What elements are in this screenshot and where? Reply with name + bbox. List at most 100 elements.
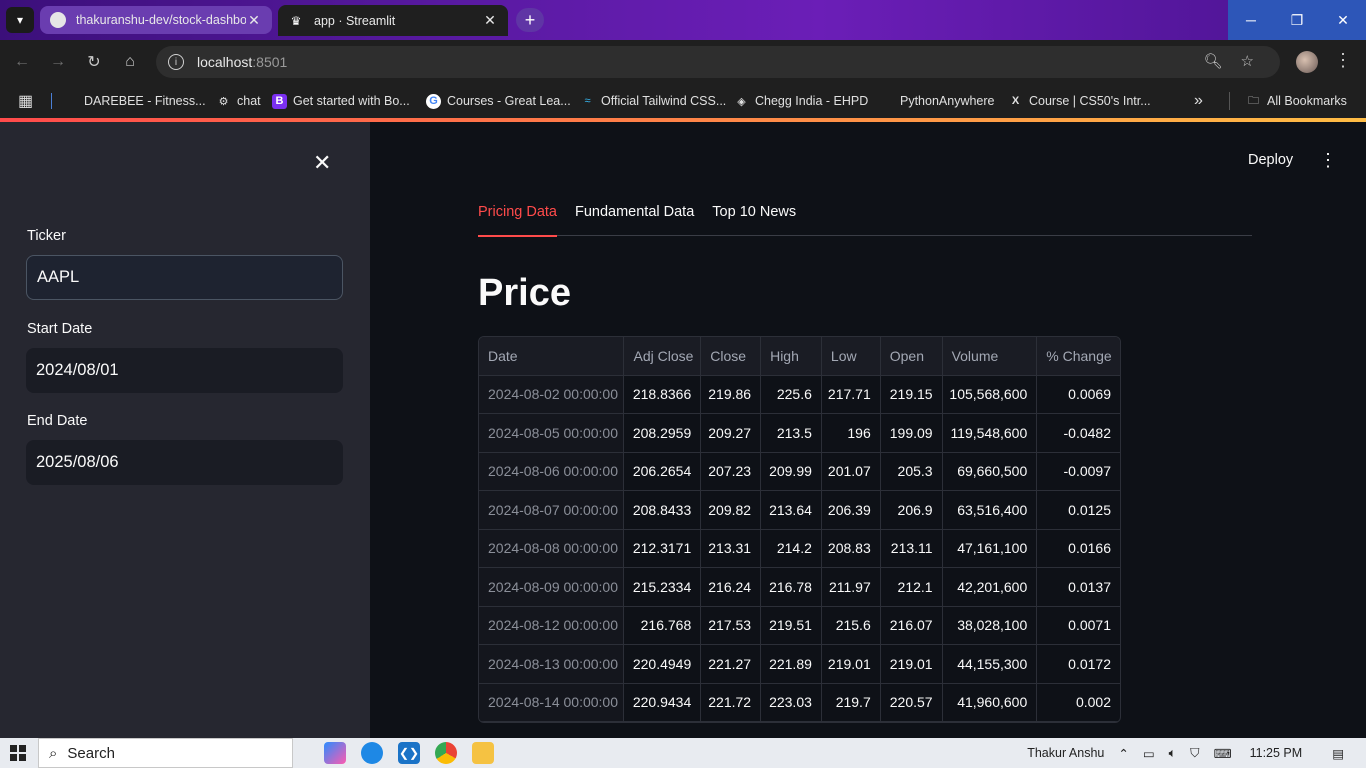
notifications-icon[interactable]: ▤	[1332, 746, 1344, 761]
row-index-cell[interactable]: 2024-08-08 00:00:00	[479, 529, 625, 567]
table-cell[interactable]: 221.72	[701, 683, 762, 721]
column-header[interactable]: Adj Close	[624, 337, 702, 375]
end-date-input[interactable]: 2025/08/06	[26, 440, 343, 485]
table-cell[interactable]: 208.2959	[624, 414, 702, 452]
row-index-cell[interactable]: 2024-08-07 00:00:00	[479, 491, 625, 529]
table-cell[interactable]: 205.3	[881, 452, 943, 490]
table-cell[interactable]: 225.6	[761, 375, 822, 413]
copilot-icon[interactable]	[324, 742, 346, 764]
table-cell[interactable]: 220.57	[881, 683, 943, 721]
restore-icon[interactable]: ❐	[1274, 0, 1320, 40]
table-cell[interactable]: 69,660,500	[943, 452, 1038, 490]
bookmark-pythonanywhere[interactable]: PythonAnywhere	[900, 94, 1008, 108]
table-cell[interactable]: 221.27	[701, 645, 762, 683]
row-index-cell[interactable]: 2024-08-06 00:00:00	[479, 452, 625, 490]
table-cell[interactable]: 206.9	[881, 491, 943, 529]
table-cell[interactable]: 215.2334	[624, 568, 702, 606]
table-row[interactable]: 2024-08-02 00:00:00 218.8366 219.86 225.6 21…	[479, 375, 1120, 414]
table-cell[interactable]: 221.89	[761, 645, 822, 683]
table-cell[interactable]: 217.53	[701, 606, 762, 644]
more-bookmarks-icon[interactable]: »	[1194, 92, 1230, 110]
column-header[interactable]: Date	[479, 337, 625, 375]
bookmark-great-learning[interactable]: G Courses - Great Lea...	[426, 93, 580, 109]
file-explorer-icon[interactable]	[472, 742, 494, 764]
row-index-cell[interactable]: 2024-08-05 00:00:00	[479, 414, 625, 452]
table-cell[interactable]: 218.8366	[624, 375, 702, 413]
bookmark-chegg[interactable]: ◈ Chegg India - EHPD	[734, 94, 900, 109]
table-cell[interactable]: 223.03	[761, 683, 822, 721]
bookmark-cs50[interactable]: X Course | CS50's Intr...	[1008, 94, 1194, 109]
table-cell[interactable]: 212.3171	[624, 529, 702, 567]
volume-icon[interactable]: 🔈︎	[1169, 746, 1177, 761]
table-row[interactable]: 2024-08-08 00:00:00 212.3171 213.31 214.2 20…	[479, 529, 1120, 568]
table-cell[interactable]: 0.0172	[1037, 645, 1120, 683]
table-row[interactable]: 2024-08-09 00:00:00 215.2334 216.24 216.78 2…	[479, 568, 1120, 607]
table-cell[interactable]: 201.07	[822, 452, 881, 490]
column-header[interactable]: Low	[821, 337, 881, 375]
table-cell[interactable]: 213.64	[761, 491, 822, 529]
table-row[interactable]: 2024-08-05 00:00:00 208.2959 209.27 213.5 19…	[479, 414, 1120, 453]
table-cell[interactable]: 199.09	[881, 414, 943, 452]
zoom-icon[interactable]: 🔍︎	[1204, 52, 1223, 70]
table-cell[interactable]: 0.0125	[1037, 491, 1120, 529]
table-cell[interactable]: 219.01	[881, 645, 943, 683]
table-cell[interactable]: 63,516,400	[943, 491, 1038, 529]
table-cell[interactable]: 47,161,100	[943, 529, 1038, 567]
profile-avatar[interactable]	[1296, 51, 1318, 73]
table-cell[interactable]: 216.768	[624, 606, 702, 644]
bookmark-bootstrap[interactable]: B Get started with Bo...	[272, 93, 426, 109]
table-cell[interactable]: 0.0069	[1037, 376, 1120, 414]
bookmark-star-icon[interactable]: ☆	[1241, 52, 1254, 70]
address-bar[interactable]: i localhost:8501	[156, 46, 1280, 78]
table-cell[interactable]: 207.23	[701, 452, 762, 490]
table-row[interactable]: 2024-08-14 00:00:00 220.9434 221.72 223.03 2…	[479, 683, 1120, 722]
table-cell[interactable]: 105,568,600	[943, 375, 1038, 413]
row-index-cell[interactable]: 2024-08-14 00:00:00	[479, 683, 625, 721]
table-cell[interactable]: 211.97	[822, 568, 881, 606]
bookmark-chat[interactable]: ⚙ chat	[216, 94, 272, 109]
windows-start-icon[interactable]	[0, 745, 36, 761]
column-header[interactable]: Close	[701, 337, 762, 375]
table-cell[interactable]: 215.6	[822, 606, 881, 644]
table-cell[interactable]: 213.31	[701, 529, 762, 567]
row-index-cell[interactable]: 2024-08-12 00:00:00	[479, 606, 625, 644]
home-icon[interactable]: ⌂	[120, 52, 140, 72]
row-index-cell[interactable]: 2024-08-09 00:00:00	[479, 568, 625, 606]
chevron-up-icon[interactable]: ⌃	[1118, 746, 1128, 761]
user-name[interactable]: Thakur Anshu	[1027, 746, 1104, 760]
table-cell[interactable]: 219.51	[761, 606, 822, 644]
table-cell[interactable]: 213.5	[761, 414, 822, 452]
all-bookmarks-button[interactable]: 🗀 All Bookmarks	[1246, 94, 1347, 109]
column-header[interactable]: High	[761, 337, 822, 375]
sidebar-close-icon[interactable]: ✕	[313, 152, 331, 174]
column-header[interactable]: % Change	[1037, 337, 1120, 375]
apps-grid-icon[interactable]: ▦	[0, 93, 52, 110]
table-cell[interactable]: 0.0166	[1037, 530, 1120, 568]
tab-close-icon[interactable]: ✕	[246, 12, 262, 29]
security-icon[interactable]: ⛉	[1190, 746, 1199, 761]
battery-icon[interactable]: ▭	[1143, 746, 1155, 761]
table-row[interactable]: 2024-08-12 00:00:00 216.768 217.53 219.51 21…	[479, 606, 1120, 645]
table-cell[interactable]: 0.002	[1037, 684, 1120, 722]
table-row[interactable]: 2024-08-06 00:00:00 206.2654 207.23 209.99 2…	[479, 452, 1120, 491]
table-cell[interactable]: 216.24	[701, 568, 762, 606]
table-cell[interactable]: 209.82	[701, 491, 762, 529]
table-cell[interactable]: 206.39	[822, 491, 881, 529]
table-cell[interactable]: 196	[822, 414, 881, 452]
table-cell[interactable]: 119,548,600	[943, 414, 1038, 452]
row-index-cell[interactable]: 2024-08-13 00:00:00	[479, 645, 625, 683]
browser-menu-icon[interactable]: ⋮	[1334, 50, 1352, 71]
deploy-button[interactable]: Deploy	[1248, 152, 1293, 168]
table-cell[interactable]: 219.15	[881, 375, 943, 413]
table-cell[interactable]: 220.4949	[624, 645, 702, 683]
table-row[interactable]: 2024-08-07 00:00:00 208.8433 209.82 213.64 2…	[479, 491, 1120, 530]
price-table[interactable]: Date Adj Close Close High Low Open Volum…	[478, 336, 1121, 723]
table-cell[interactable]: 220.9434	[624, 683, 702, 721]
bookmark-darebee[interactable]: DAREBEE - Fitness...	[84, 94, 216, 108]
site-info-icon[interactable]: i	[168, 54, 184, 70]
table-cell[interactable]: -0.0482	[1037, 414, 1120, 452]
table-cell[interactable]: 0.0071	[1037, 607, 1120, 645]
reload-icon[interactable]: ↻	[84, 52, 104, 72]
tab-fundamental-data[interactable]: Fundamental Data	[575, 202, 694, 236]
table-cell[interactable]: 219.86	[701, 375, 762, 413]
